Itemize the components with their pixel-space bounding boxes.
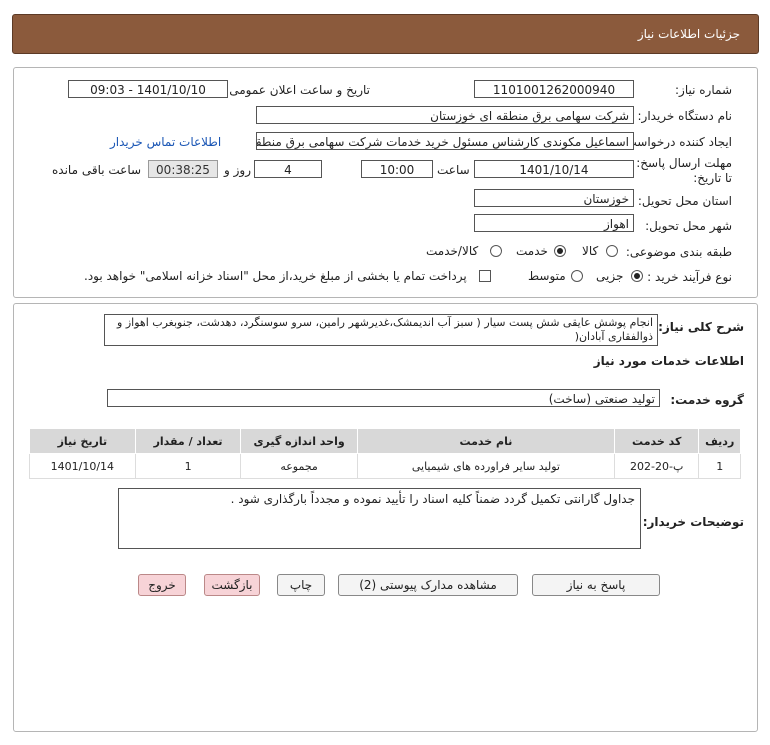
description-field: انجام پوشش عایقی شش پست سیار ( سبز آب ان…: [104, 314, 658, 346]
table-header-row: ردیف کد خدمت نام خدمت واحد اندازه گیری ت…: [29, 428, 741, 454]
buyer-notes-field: جداول گارانتی تکمیل گردد ضمناً کلیه اسنا…: [118, 488, 641, 549]
days-field: 4: [254, 160, 322, 178]
category-option-both: کالا/خدمت: [426, 244, 479, 258]
remaining-time-field: 00:38:25: [148, 160, 218, 178]
category-option-goods: کالا: [582, 244, 599, 258]
deadline-time-label: ساعت: [437, 163, 470, 177]
cell-code: پ-20-202: [614, 453, 700, 479]
col-name-header: نام خدمت: [356, 428, 616, 454]
announce-field: 1401/10/10 - 09:03: [68, 80, 228, 98]
service-group-field: تولید صنعتی (ساخت): [107, 389, 660, 407]
need-number-label: شماره نیاز:: [675, 83, 732, 97]
category-option-service: خدمت: [516, 244, 548, 258]
category-radio-goods[interactable]: [606, 245, 618, 257]
services-section-title: اطلاعات خدمات مورد نیاز: [593, 354, 744, 368]
back-button[interactable]: بازگشت: [204, 574, 260, 596]
service-group-label: گروه خدمت:: [670, 393, 744, 407]
col-unit-header: واحد اندازه گیری: [240, 428, 358, 454]
creator-label: ایجاد کننده درخواست:: [621, 135, 732, 149]
process-option-partial: جزیی: [596, 269, 624, 283]
deadline-date-field: 1401/10/14: [474, 160, 634, 178]
buyer-org-field: شرکت سهامی برق منطقه ای خوزستان: [256, 106, 634, 124]
cell-qty: 1: [134, 453, 242, 479]
table-row: 1 پ-20-202 تولید سایر فراورده های شیمیای…: [29, 453, 741, 479]
cell-row: 1: [698, 453, 741, 479]
exit-button[interactable]: خروج: [138, 574, 186, 596]
category-label: طبقه بندی موضوعی:: [625, 245, 732, 259]
buyer-org-label: نام دستگاه خریدار:: [637, 109, 733, 123]
description-label: شرح کلی نیاز:: [658, 320, 744, 334]
city-field: اهواز: [474, 214, 634, 232]
reply-button[interactable]: پاسخ به نیاز: [532, 574, 660, 596]
page-header: جزئیات اطلاعات نیاز: [12, 14, 759, 54]
category-radio-both[interactable]: [490, 245, 502, 257]
need-number-field: 1101001262000940: [474, 80, 634, 98]
province-field: خوزستان: [474, 189, 634, 207]
process-radio-medium[interactable]: [571, 270, 583, 282]
deadline-label: مهلت ارسال پاسخ: تا تاریخ:: [636, 156, 732, 185]
process-note: پرداخت تمام یا بخشی از مبلغ خرید،از محل …: [84, 269, 467, 283]
process-option-medium: متوسط: [528, 269, 566, 283]
col-row-header: ردیف: [698, 428, 741, 454]
col-code-header: کد خدمت: [614, 428, 700, 454]
print-button[interactable]: چاپ: [277, 574, 325, 596]
attachments-button[interactable]: مشاهده مدارک پیوستی (2): [338, 574, 518, 596]
cell-name: تولید سایر فراورده های شیمیایی: [356, 453, 616, 479]
deadline-time-field: 10:00: [361, 160, 433, 178]
process-label: نوع فرآیند خرید :: [647, 270, 732, 284]
process-radio-partial[interactable]: [631, 270, 643, 282]
cell-date: 1401/10/14: [29, 453, 136, 479]
cell-unit: مجموعه: [240, 453, 358, 479]
page-title: جزئیات اطلاعات نیاز: [637, 27, 740, 41]
city-label: شهر محل تحویل:: [645, 219, 732, 233]
creator-field: اسماعیل مکوندی کارشناس مسئول خرید خدمات …: [256, 132, 634, 150]
province-label: استان محل تحویل:: [637, 194, 732, 208]
col-qty-header: تعداد / مقدار: [134, 428, 242, 454]
treasury-checkbox[interactable]: [479, 270, 491, 282]
contact-info-link[interactable]: اطلاعات تماس خریدار: [110, 135, 221, 149]
remaining-label: ساعت باقی مانده: [52, 163, 142, 177]
days-label: روز و: [224, 163, 251, 177]
services-table: ردیف کد خدمت نام خدمت واحد اندازه گیری ت…: [29, 428, 741, 479]
col-date-header: تاریخ نیاز: [29, 428, 136, 454]
announce-label: تاریخ و ساعت اعلان عمومی:: [225, 83, 370, 97]
buyer-notes-label: توضیحات خریدار:: [642, 515, 744, 529]
category-radio-service[interactable]: [554, 245, 566, 257]
